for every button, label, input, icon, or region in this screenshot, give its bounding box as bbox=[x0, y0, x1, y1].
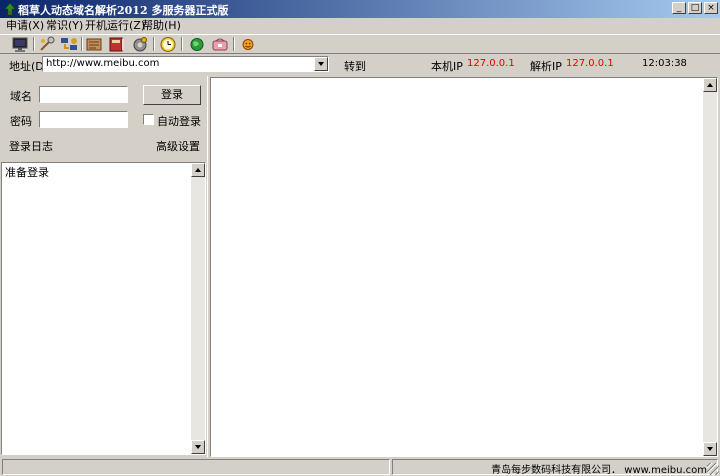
menu-startup[interactable]: 开机运行(Z) bbox=[85, 18, 145, 34]
network-icon[interactable] bbox=[59, 36, 79, 53]
auto-login-label[interactable]: 自动登录 bbox=[157, 113, 201, 129]
toolbar-separator bbox=[81, 37, 83, 51]
scroll-up-button[interactable] bbox=[191, 163, 205, 177]
menu-knowledge[interactable]: 常识(Y) bbox=[46, 18, 83, 34]
domain-input[interactable] bbox=[39, 86, 128, 103]
domain-label: 域名 bbox=[10, 90, 32, 103]
monitor-icon[interactable] bbox=[10, 36, 30, 53]
advanced-settings-link[interactable]: 高级设置 bbox=[156, 138, 200, 154]
menu-apply[interactable]: 申请(X) bbox=[6, 18, 44, 34]
resolved-ip-label: 解析IP bbox=[530, 60, 562, 73]
window-title: 稻草人动态域名解析2012 多服务器正式版 bbox=[18, 4, 229, 17]
tools-icon[interactable] bbox=[37, 36, 57, 53]
log-line: 准备登录 bbox=[5, 166, 49, 179]
minimize-button[interactable]: _ bbox=[672, 2, 686, 14]
scroll-down-button[interactable] bbox=[191, 440, 205, 454]
address-url: http://www.meibu.com bbox=[46, 58, 160, 69]
toolbar-separator bbox=[33, 37, 35, 51]
scroll-down-button[interactable] bbox=[703, 442, 717, 456]
arrow-down-icon bbox=[707, 447, 713, 451]
arrow-up-icon bbox=[707, 83, 713, 87]
arrow-up-icon bbox=[195, 168, 201, 172]
main-content-area[interactable] bbox=[210, 77, 718, 457]
address-combo[interactable]: http://www.meibu.com bbox=[42, 56, 329, 72]
arrow-down-icon bbox=[195, 445, 201, 449]
address-bar: 地址(D) http://www.meibu.com 转到 本机IP 127.0… bbox=[0, 55, 720, 74]
log-scrollbar[interactable] bbox=[191, 163, 205, 454]
close-button[interactable]: × bbox=[704, 2, 718, 14]
local-ip-label: 本机IP bbox=[431, 60, 463, 73]
smiley-icon[interactable] bbox=[238, 36, 258, 53]
title-bar[interactable]: 稻草人动态域名解析2012 多服务器正式版 _ □ × bbox=[0, 0, 720, 18]
auto-login-checkbox[interactable] bbox=[143, 114, 154, 125]
main-scrollbar[interactable] bbox=[703, 78, 717, 456]
app-tree-icon bbox=[4, 2, 16, 16]
status-panel-left bbox=[2, 459, 390, 475]
login-log-label: 登录日志 bbox=[9, 140, 53, 153]
menu-bar: 申请(X) 常识(Y) 开机运行(Z) 帮助(H) bbox=[0, 18, 720, 34]
toolbar-separator bbox=[233, 37, 235, 51]
resize-grip[interactable] bbox=[707, 463, 719, 475]
toolbar-separator bbox=[181, 37, 183, 51]
login-panel: 域名 登录 密码 自动登录 登录日志 高级设置 准备登录 bbox=[0, 76, 208, 457]
chevron-down-icon bbox=[318, 62, 324, 66]
scroll-up-button[interactable] bbox=[703, 78, 717, 92]
resolved-ip-value: 127.0.0.1 bbox=[566, 58, 614, 69]
globe-icon[interactable] bbox=[187, 36, 207, 53]
gear-icon[interactable] bbox=[130, 36, 150, 53]
toolbar bbox=[0, 34, 720, 54]
address-dropdown-button[interactable] bbox=[314, 57, 328, 71]
scroll-icon[interactable] bbox=[84, 36, 104, 53]
toolbar-separator bbox=[153, 37, 155, 51]
book-icon[interactable] bbox=[107, 36, 127, 53]
status-panel-right: 青岛每步数码科技有限公司． www.meibu.com bbox=[392, 459, 718, 476]
clock-icon[interactable] bbox=[158, 36, 178, 53]
login-button[interactable]: 登录 bbox=[143, 85, 201, 105]
password-input[interactable] bbox=[39, 111, 128, 128]
local-ip-value: 127.0.0.1 bbox=[467, 58, 515, 69]
status-bar: 青岛每步数码科技有限公司． www.meibu.com bbox=[0, 458, 720, 476]
password-label: 密码 bbox=[10, 115, 32, 128]
login-log-list[interactable]: 准备登录 bbox=[1, 162, 206, 455]
clock-time: 12:03:38 bbox=[642, 58, 687, 69]
company-text: 青岛每步数码科技有限公司． www.meibu.com bbox=[491, 465, 707, 476]
maximize-button[interactable]: □ bbox=[688, 2, 702, 14]
go-button[interactable]: 转到 bbox=[344, 58, 366, 74]
menu-help[interactable]: 帮助(H) bbox=[142, 18, 181, 34]
package-icon[interactable] bbox=[210, 36, 230, 53]
